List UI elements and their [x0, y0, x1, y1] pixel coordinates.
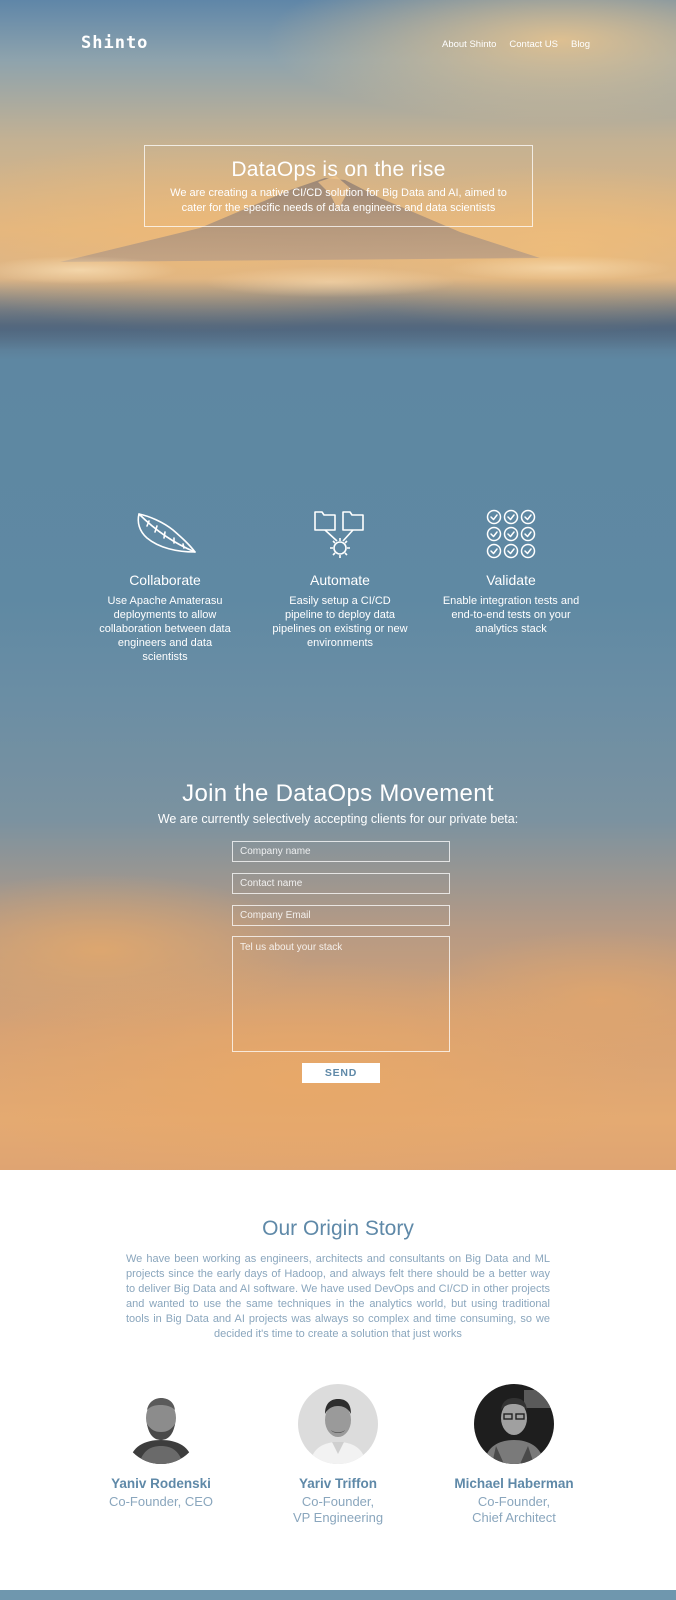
origin-text: We have been working as engineers, archi… — [126, 1253, 550, 1340]
member-role-line2: Chief Architect — [472, 1510, 556, 1525]
avatar — [298, 1384, 378, 1464]
avatar — [121, 1384, 201, 1464]
feature-automate: Automate Easily setup a CI/CD pipeline t… — [270, 508, 410, 650]
team-member: Yariv Triffon Co-Founder, VP Engineering — [258, 1384, 418, 1526]
company-name-input[interactable] — [232, 841, 450, 862]
nav-link-blog[interactable]: Blog — [571, 39, 590, 50]
member-name: Yariv Triffon — [298, 1476, 378, 1491]
feature-validate: Validate Enable integration tests and en… — [441, 508, 581, 636]
company-email-input[interactable] — [232, 905, 450, 926]
avatar — [474, 1384, 554, 1464]
member-role-line2: VP Engineering — [292, 1510, 384, 1525]
member-role: Co-Founder, — [477, 1494, 551, 1509]
nav-link-about[interactable]: About Shinto — [442, 39, 496, 50]
team-member: Yaniv Rodenski Co-Founder, CEO — [81, 1384, 241, 1510]
hero-title: DataOps is on the rise — [231, 158, 446, 181]
contact-name-input[interactable] — [232, 873, 450, 894]
folders-gear-icon — [270, 508, 410, 560]
check-grid-icon — [441, 508, 581, 560]
hero-subtitle: We are creating a native CI/CD solution … — [170, 187, 507, 214]
team-member: Michael Haberman Co-Founder, Chief Archi… — [434, 1384, 594, 1526]
feather-icon — [95, 508, 235, 560]
send-button[interactable]: SEND — [302, 1063, 380, 1083]
top-nav: About Shinto Contact US Blog — [442, 39, 590, 50]
feature-title: Collaborate — [129, 572, 201, 588]
headline-box: DataOps is on the rise We are creating a… — [144, 145, 533, 227]
feature-text: Easily setup a CI/CD pipeline to deploy … — [272, 595, 408, 649]
logo[interactable]: Shinto — [81, 33, 148, 53]
feature-text: Use Apache Amaterasu deployments to allo… — [99, 595, 231, 663]
nav-link-contact[interactable]: Contact US — [509, 39, 558, 50]
join-subtitle: We are currently selectively accepting c… — [157, 812, 519, 826]
footer-bar — [0, 1590, 676, 1600]
feature-text: Enable integration tests and end-to-end … — [442, 595, 580, 635]
cloud-layer — [0, 230, 676, 350]
feature-title: Automate — [310, 572, 370, 588]
feature-collaborate: Collaborate Use Apache Amaterasu deploym… — [95, 508, 235, 664]
member-role: Co-Founder, — [301, 1494, 375, 1509]
member-name: Yaniv Rodenski — [111, 1476, 211, 1491]
member-name: Michael Haberman — [454, 1476, 574, 1491]
feature-title: Validate — [486, 572, 536, 588]
member-role: Co-Founder, CEO — [108, 1494, 214, 1509]
stack-textarea[interactable] — [232, 936, 450, 1052]
join-title: Join the DataOps Movement — [182, 780, 494, 807]
origin-title: Our Origin Story — [262, 1217, 414, 1240]
